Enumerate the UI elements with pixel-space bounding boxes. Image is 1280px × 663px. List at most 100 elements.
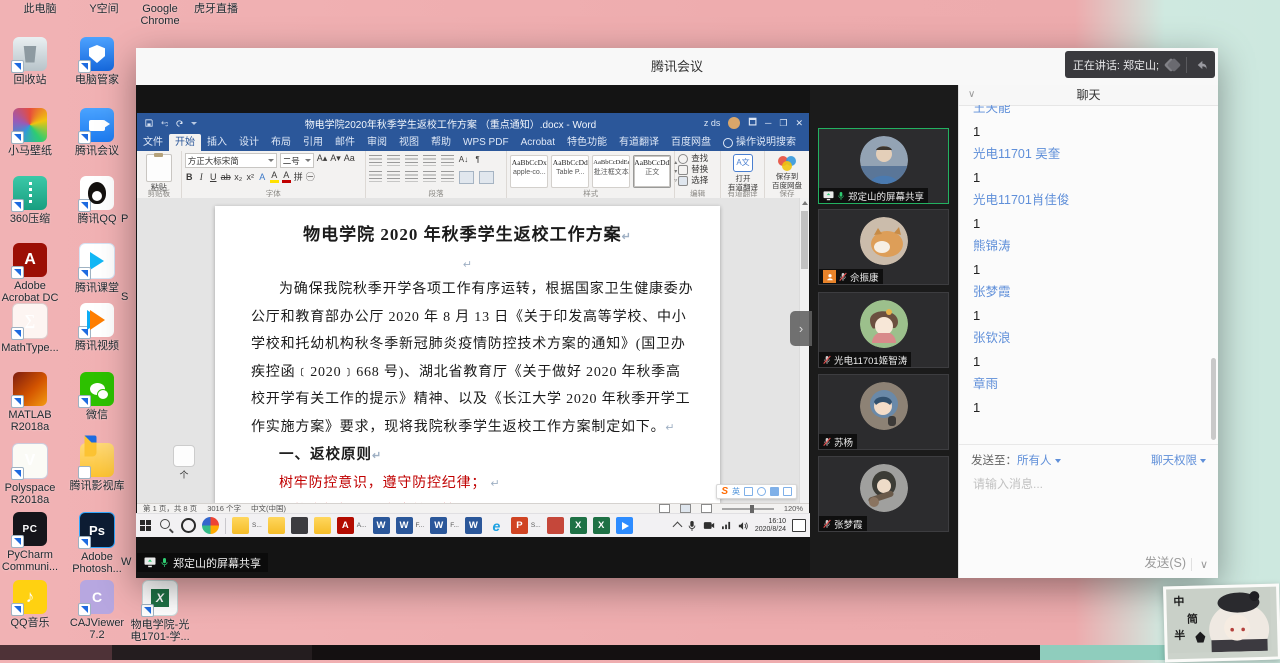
desktop-icon-360zip[interactable]: 360压缩 (0, 176, 62, 225)
desktop-icon-pycharm[interactable]: PC PyCharm Communi... (0, 512, 62, 573)
word-taskbar-icon: W (396, 517, 413, 534)
undo-icon (160, 119, 168, 127)
body-line: 为确保我院秋季开学各项工作有序运转，根据国家卫生健康委办 (251, 276, 684, 304)
participant-tile-active[interactable]: 郑定山的屏幕共享 (818, 128, 949, 204)
scrollbar-thumb (801, 211, 808, 269)
desktop-icon-photoshop[interactable]: Ps Adobe Photosh... (65, 512, 129, 575)
chat-text: 1 (973, 166, 1206, 189)
meeting-titlebar[interactable]: 腾讯会议 正在讲话: 郑定山; (136, 48, 1218, 86)
desktop-icon-this-pc[interactable]: 此电脑 (8, 3, 72, 15)
desktop-icon-xiaoma-wallpaper[interactable]: 小马壁纸 (0, 108, 62, 157)
search-bulb-icon (723, 138, 733, 148)
chat-sender[interactable]: 张梦霞 (973, 281, 1206, 304)
participant-tile[interactable]: 苏杨 (818, 374, 949, 450)
grow-font-icon: A▴ (317, 153, 328, 168)
chat-title: 聊天 (959, 85, 1218, 105)
desktop-icon-qq-music[interactable]: ♪ QQ音乐 (0, 580, 62, 629)
chevron-down-icon[interactable]: ∨ (968, 89, 975, 100)
tab-wps-pdf: WPS PDF (457, 134, 515, 151)
wallpaper-app-icon (13, 108, 47, 142)
chat-permission-selector[interactable]: 聊天权限 (1151, 452, 1206, 468)
screen-share-icon (823, 191, 834, 201)
desktop-icon-qq[interactable]: 腾讯QQ (65, 176, 129, 225)
desktop-icon-polyspace[interactable]: V Polyspace R2018a (0, 443, 62, 506)
desktop-icon-acrobat[interactable]: A Adobe Acrobat DC (0, 243, 62, 304)
zip-icon (13, 176, 47, 210)
excel-taskbar-icon: X (570, 517, 587, 534)
desktop-icon-tencent-ketang[interactable]: 腾讯课堂 (65, 243, 129, 294)
word-document-area: 个 物电学院 2020 年秋季学生返校工作方案↵ ↵ 为确保我院秋季开学各项工作… (137, 198, 809, 503)
ribbon-group-styles: AaBbCcDx apple-co... AaBbCcDd Table P...… (507, 151, 675, 198)
ribbon-options-icon: 🗖 (748, 115, 757, 131)
superscript-icon: x² (246, 172, 255, 182)
participant-tile[interactable]: 光电11701姬智涛 (818, 292, 949, 368)
chat-sender[interactable]: 王天能 (973, 105, 1206, 120)
desktop-icon-chrome[interactable]: Google Chrome (128, 3, 192, 27)
meeting-logo-icon (1166, 60, 1179, 70)
chat-panel: ∨ 聊天 王天能 1 光电11701 吴奎 1 光电11701肖佳俊 1 熊锦涛… (958, 85, 1218, 578)
excel-taskbar-icon: X (593, 517, 610, 534)
desktop-icon-yspace[interactable]: Y空间 (72, 3, 136, 15)
desktop-icon-excel-file[interactable]: X 物电学院-光电1701-学... (128, 580, 192, 643)
chat-sender[interactable]: 熊锦涛 (973, 235, 1206, 258)
paste-button (146, 154, 172, 182)
desktop-icon-cajviewer[interactable]: C CAJViewer 7.2 (65, 580, 129, 641)
mic-on-icon (160, 557, 169, 568)
send-options-icon[interactable]: ∨ (1191, 558, 1208, 571)
participant-tile[interactable]: 张梦霞 (818, 456, 949, 532)
strikethrough-icon: ab (221, 172, 231, 182)
chat-scrollbar[interactable] (1211, 358, 1216, 440)
partial-desktop-label: S (121, 291, 137, 303)
desktop-icon-pc-manager[interactable]: 电脑管家 (65, 37, 129, 86)
mic-muted-icon (839, 272, 847, 282)
chat-message-input[interactable] (971, 476, 1195, 492)
send-to-selector[interactable]: 所有人 (1017, 452, 1061, 468)
participant-label: 光电11701姬智涛 (819, 352, 911, 367)
highlight-color-icon: A (270, 170, 279, 183)
word-ribbon: 粘贴 剪贴板 方正大标宋简 二号 A▴ A▾ Aa B I U (137, 151, 809, 199)
shading-icon (459, 171, 474, 184)
chat-sender[interactable]: 光电11701肖佳俊 (973, 189, 1206, 212)
minimize-icon: ─ (765, 118, 771, 128)
desktop-icon-tencent-media-folder[interactable]: 腾讯影视库 (65, 443, 129, 492)
word-statusbar: 第 1 页，共 8 页 3016 个字 中文(中国) 120% (137, 503, 809, 513)
desktop-icon-recycle-bin[interactable]: 回收站 (0, 37, 62, 86)
tab-view: 视图 (393, 134, 425, 151)
video-panel-collapse-handle[interactable]: › (790, 311, 812, 346)
ime-tool-icon (770, 487, 779, 496)
return-arrow-icon[interactable] (1194, 59, 1207, 71)
send-button[interactable]: 发送(S) (1144, 552, 1186, 571)
word-taskbar-icon: W (373, 517, 390, 534)
desktop-icon-tencent-video[interactable]: 腾讯视频 (65, 303, 129, 352)
ime-mode-simplified: 简 (1187, 611, 1198, 627)
desktop-icon-tencent-meeting[interactable]: 腾讯会议 (65, 108, 129, 157)
chat-sender[interactable]: 光电11701 吴奎 (973, 143, 1206, 166)
document-page: 物电学院 2020 年秋季学生返校工作方案↵ ↵ 为确保我院秋季开学各项工作有序… (215, 206, 720, 503)
desktop-icon-wechat[interactable]: 微信 (65, 372, 129, 421)
tab-review: 审阅 (361, 134, 393, 151)
chat-sender[interactable]: 张钦浪 (973, 327, 1206, 350)
ribbon-group-font: 方正大标宋简 二号 A▴ A▾ Aa B I U ab x₂ x² A (182, 151, 366, 198)
viewer-taskbar-strip[interactable] (0, 645, 1280, 660)
now-speaking-badge: 正在讲话: 郑定山; (1065, 51, 1215, 78)
ribbon-group-youdao: A文 打开 有道翻译 有道翻译 (721, 151, 765, 198)
desktop-icon-mathtype[interactable]: ∑ MathType... (0, 303, 62, 354)
pycharm-icon: PC (13, 512, 47, 546)
chat-sender[interactable]: 章雨 (973, 373, 1206, 396)
blank-paragraph: ↵ (251, 252, 684, 276)
tab-special: 特色功能 (561, 134, 613, 151)
screen-share-icon (144, 557, 156, 568)
sogou-ime-skin-widget[interactable]: 中 简 半 (1163, 583, 1280, 662)
desktop-icon-huya[interactable]: 虎牙直播 (184, 3, 248, 15)
avatar (860, 136, 908, 184)
participant-tile[interactable]: 佘振康 (818, 209, 949, 285)
participants-panel: 郑定山的屏幕共享 佘振康 光电11701姬智涛 苏杨 (810, 85, 958, 578)
save-icon (145, 119, 153, 127)
print-layout-icon (680, 504, 691, 513)
body-line: 学校和托幼机构秋冬季新冠肺炎疫情防控技术方案的通知》(国卫办 (251, 331, 684, 359)
tab-baidu-pan: 百度网盘 (665, 134, 717, 151)
subscript-icon: x₂ (234, 172, 243, 182)
desktop-icon-matlab[interactable]: MATLAB R2018a (0, 372, 62, 433)
matlab-icon (13, 372, 47, 406)
chat-message-list[interactable]: 王天能 1 光电11701 吴奎 1 光电11701肖佳俊 1 熊锦涛 1 张梦… (973, 105, 1206, 445)
